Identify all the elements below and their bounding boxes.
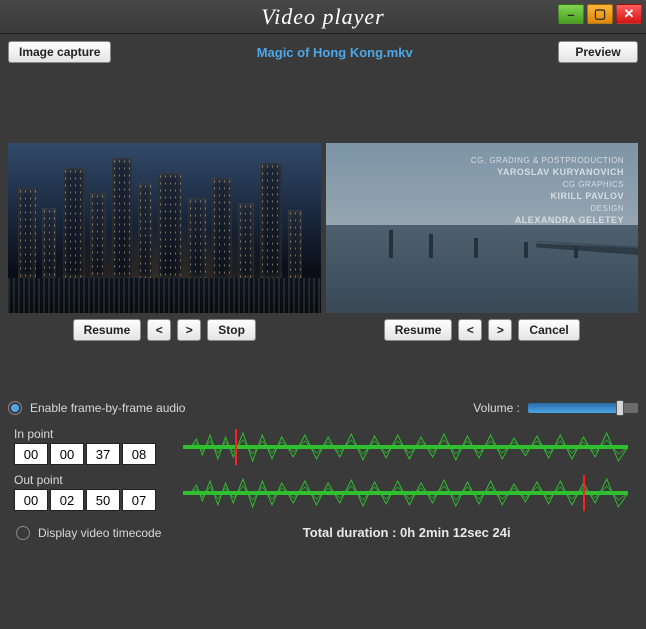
slider-thumb-icon[interactable] — [616, 400, 624, 416]
in-point-minutes[interactable] — [50, 443, 84, 465]
enable-frame-audio-label: Enable frame-by-frame audio — [30, 401, 185, 415]
volume-label: Volume : — [473, 401, 520, 415]
right-prev-frame-button[interactable]: < — [458, 319, 482, 341]
maximize-button[interactable]: ▢ — [587, 4, 613, 24]
in-point-hours[interactable] — [14, 443, 48, 465]
titlebar: Video player – ▢ ✕ — [0, 0, 646, 34]
enable-frame-audio-radio[interactable]: Enable frame-by-frame audio — [8, 401, 185, 415]
out-point-marker[interactable] — [583, 475, 585, 511]
total-duration-label: Total duration : 0h 2min 12sec 24i — [175, 525, 638, 540]
in-point-label: In point — [14, 427, 167, 441]
right-cancel-button[interactable]: Cancel — [518, 319, 579, 341]
in-point-seconds[interactable] — [86, 443, 120, 465]
out-point-thumbnail: CG, GRADING & POSTPRODUCTION YAROSLAV KU… — [326, 143, 639, 313]
minimize-button[interactable]: – — [558, 4, 584, 24]
close-button[interactable]: ✕ — [616, 4, 642, 24]
display-timecode-radio[interactable]: Display video timecode — [16, 526, 161, 540]
credits-overlay: CG, GRADING & POSTPRODUCTION YAROSLAV KU… — [471, 155, 624, 226]
volume-slider[interactable] — [528, 403, 638, 413]
display-timecode-label: Display video timecode — [38, 526, 161, 540]
filename-label: Magic of Hong Kong.mkv — [257, 45, 413, 60]
preview-button[interactable]: Preview — [558, 41, 638, 63]
left-next-frame-button[interactable]: > — [177, 319, 201, 341]
right-resume-button[interactable]: Resume — [384, 319, 453, 341]
right-next-frame-button[interactable]: > — [488, 319, 512, 341]
in-point-marker[interactable] — [235, 429, 237, 465]
waveform-bottom[interactable] — [183, 475, 628, 511]
left-resume-button[interactable]: Resume — [73, 319, 142, 341]
out-point-frames[interactable] — [122, 489, 156, 511]
left-stop-button[interactable]: Stop — [207, 319, 256, 341]
image-capture-button[interactable]: Image capture — [8, 41, 111, 63]
left-prev-frame-button[interactable]: < — [147, 319, 171, 341]
out-point-hours[interactable] — [14, 489, 48, 511]
in-point-frames[interactable] — [122, 443, 156, 465]
out-point-seconds[interactable] — [86, 489, 120, 511]
out-point-label: Out point — [14, 473, 167, 487]
radio-dot-icon — [8, 401, 22, 415]
app-title: Video player — [261, 4, 384, 30]
radio-dot-icon — [16, 526, 30, 540]
in-point-thumbnail — [8, 143, 321, 313]
out-point-minutes[interactable] — [50, 489, 84, 511]
waveform-top[interactable] — [183, 429, 628, 465]
